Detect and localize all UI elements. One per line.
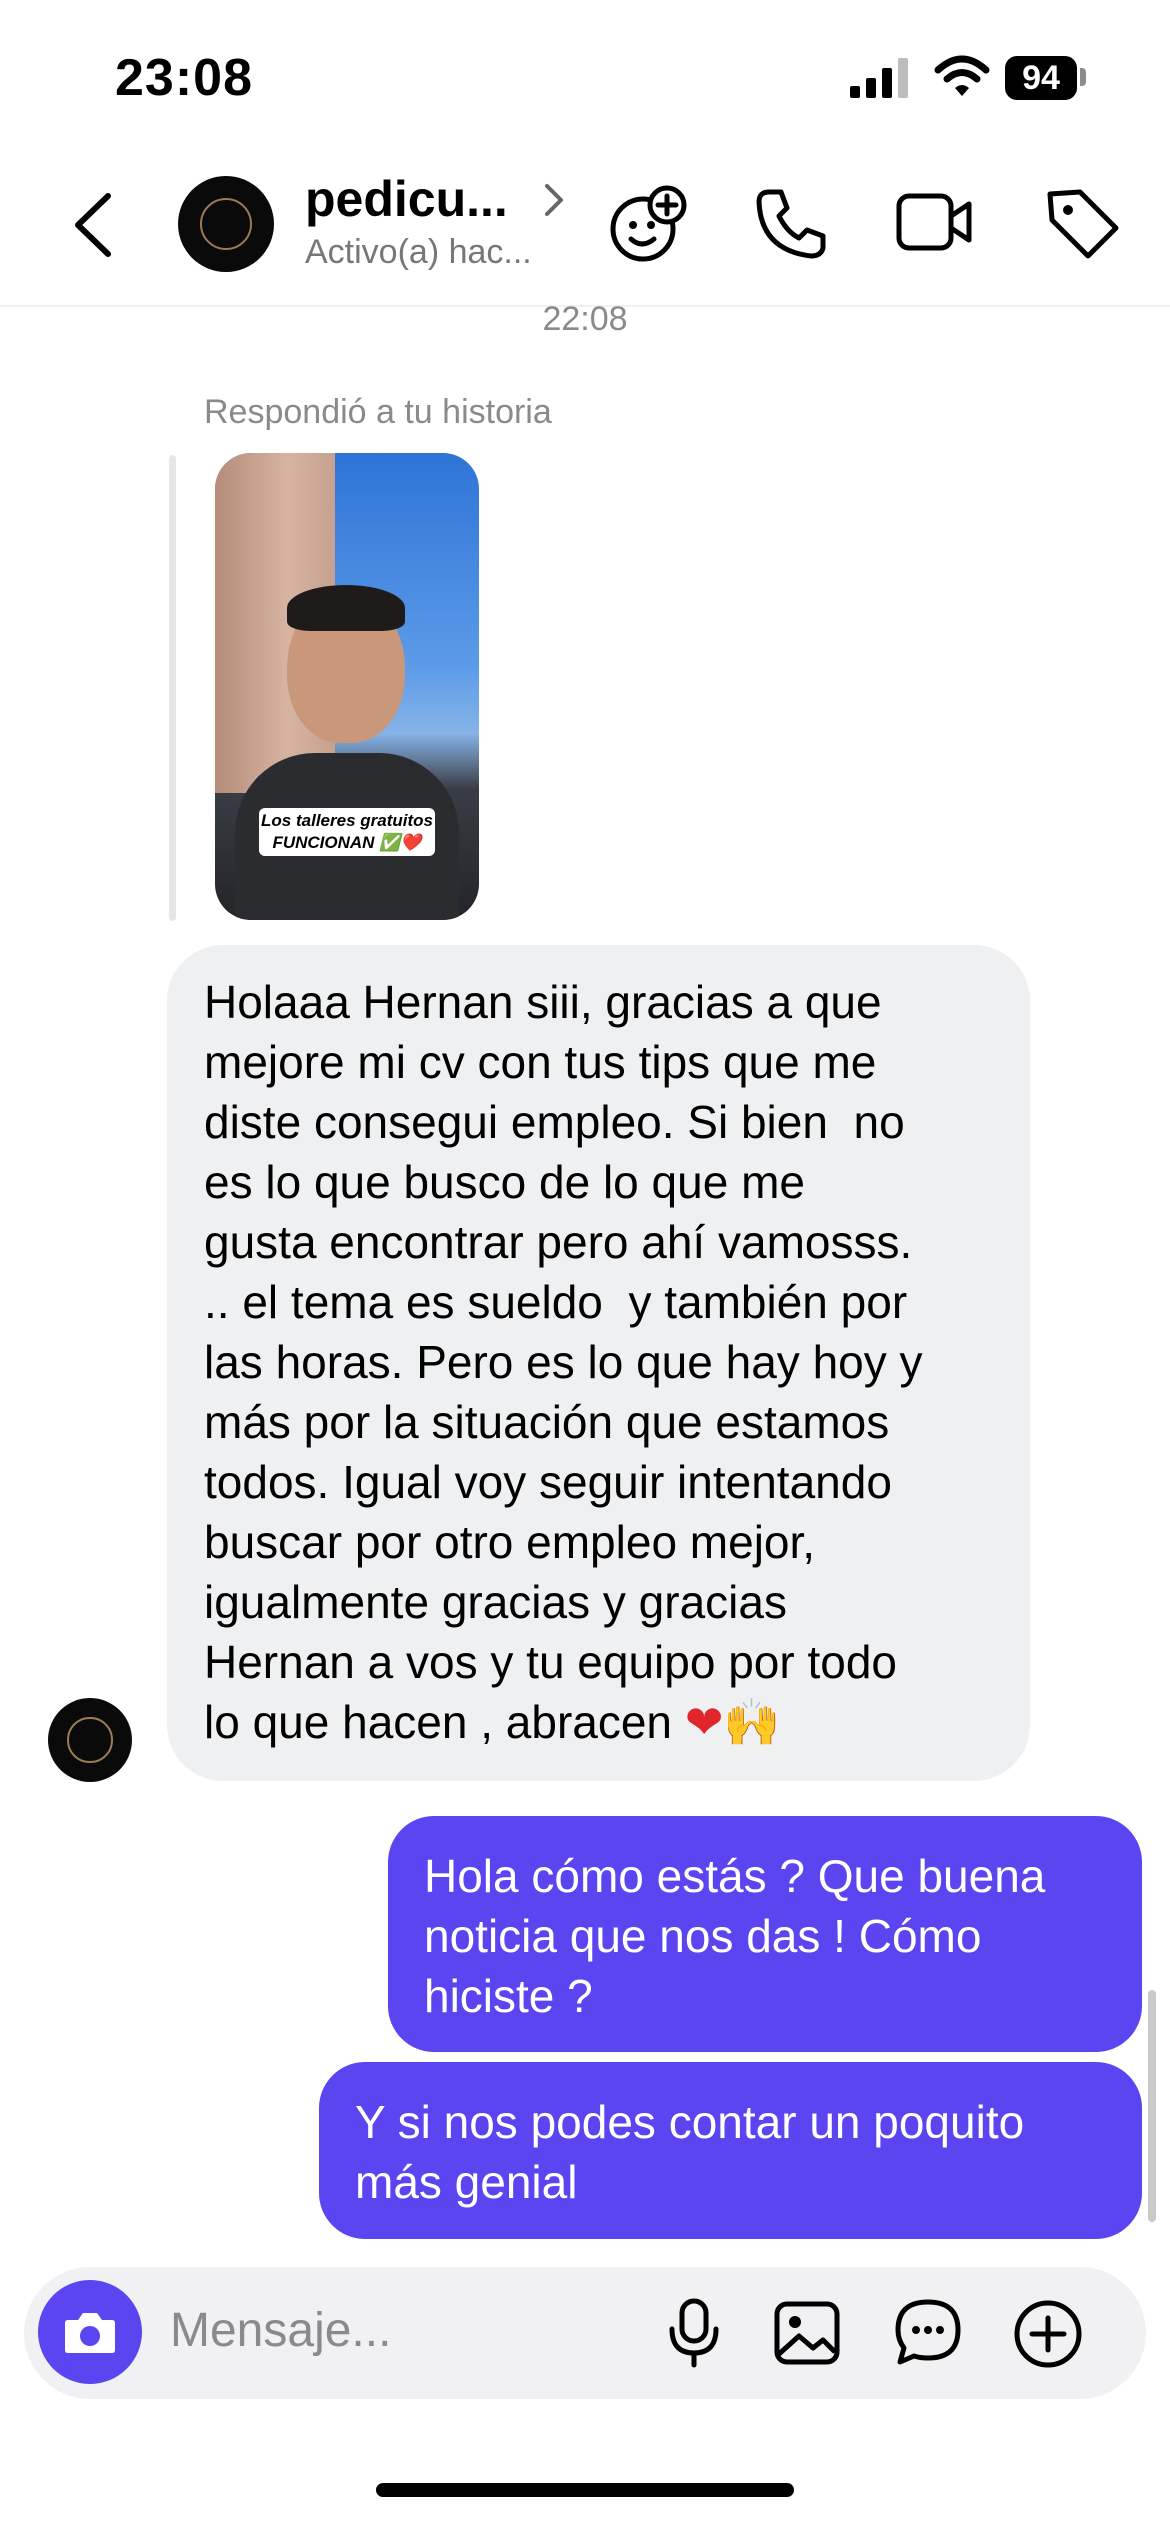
incoming-message-text: Holaaa Hernan siii, gracias a que mejore… (204, 972, 1004, 1752)
battery-tip (1080, 68, 1086, 86)
story-caption-line2: FUNCIONAN ✅❤️ (272, 833, 422, 852)
raised-hands-emoji: 🙌 (723, 1696, 781, 1748)
chevron-right-icon[interactable] (543, 182, 565, 218)
outgoing-message-bubble[interactable]: Y si nos podes contar un poquito más gen… (319, 2062, 1142, 2239)
contact-name[interactable]: pedicu... (305, 170, 508, 228)
story-caption: Los talleres gratuitos FUNCIONAN ✅❤️ (259, 808, 435, 856)
story-caption-line1: Los talleres gratuitos (261, 811, 433, 830)
story-reply-label: Respondió a tu historia (204, 393, 552, 431)
outgoing-message-bubble[interactable]: Hola cómo estás ? Que buena noticia que … (388, 1816, 1142, 2052)
story-person-hair (287, 585, 405, 631)
contact-avatar[interactable] (178, 176, 274, 272)
face-sparkle-icon[interactable] (607, 183, 689, 265)
story-thumbnail[interactable]: Los talleres gratuitos FUNCIONAN ✅❤️ (215, 453, 479, 920)
chat-scrollbar[interactable] (1148, 1990, 1156, 2222)
battery-indicator: 94 (1005, 56, 1077, 100)
plus-circle-icon[interactable] (1012, 2298, 1084, 2370)
tag-icon[interactable] (1044, 186, 1120, 262)
camera-button[interactable] (38, 2280, 142, 2384)
cellular-signal-icon (850, 58, 908, 98)
heart-emoji: ❤ (684, 1696, 724, 1748)
message-timestamp: 22:08 (542, 300, 628, 338)
back-chevron-icon[interactable] (70, 190, 114, 260)
sender-avatar-logo (67, 1717, 113, 1763)
chat-bubble-icon[interactable] (894, 2298, 962, 2366)
camera-icon (65, 2313, 115, 2353)
message-input[interactable]: Mensaje... (170, 2303, 391, 2358)
incoming-message-body: Holaaa Hernan siii, gracias a que mejore… (204, 976, 923, 1748)
video-camera-icon[interactable] (895, 190, 975, 254)
reply-indicator-bar (169, 455, 176, 921)
phone-icon[interactable] (755, 186, 829, 260)
status-time: 23:08 (115, 49, 253, 107)
wifi-icon (934, 55, 990, 96)
home-indicator[interactable] (376, 2483, 794, 2497)
image-icon[interactable] (773, 2300, 841, 2366)
contact-status: Activo(a) hac... (305, 233, 532, 271)
avatar-logo (200, 198, 252, 250)
microphone-icon[interactable] (666, 2297, 722, 2369)
sender-avatar[interactable] (48, 1698, 132, 1782)
